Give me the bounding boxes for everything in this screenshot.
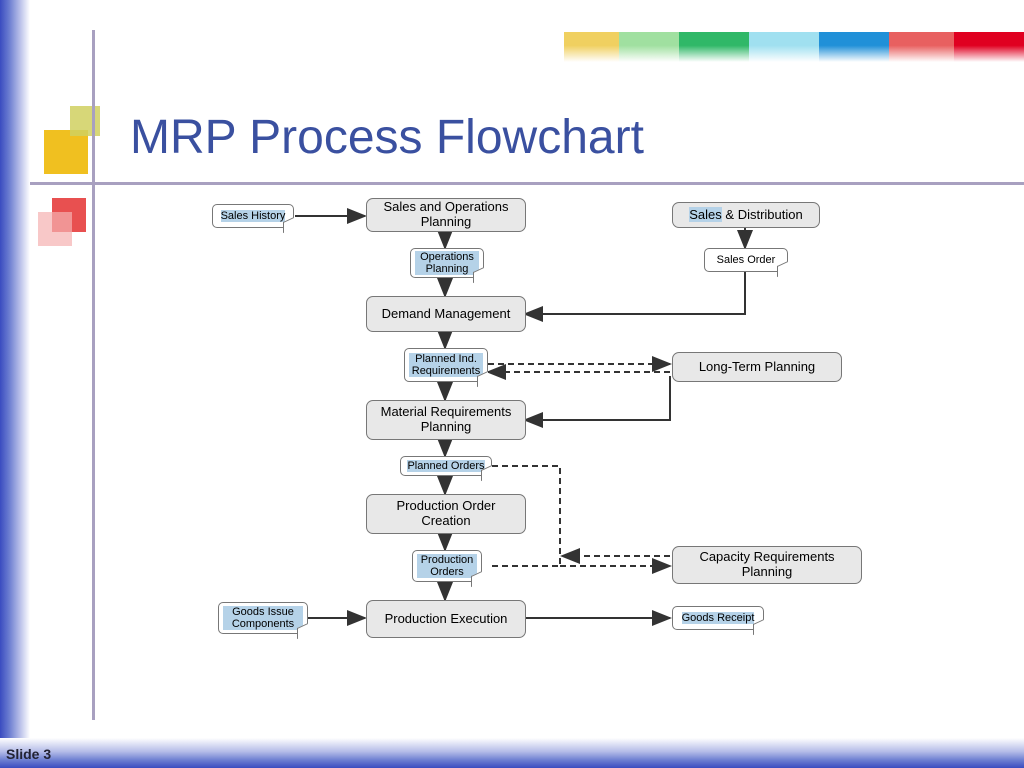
flowchart: Sales History Sales and Operations Plann… bbox=[200, 196, 920, 736]
node-label-part: & Distribution bbox=[722, 207, 803, 222]
connectors bbox=[200, 196, 920, 736]
slide: MRP Process Flowchart bbox=[0, 0, 1024, 768]
node-po-creation: Production Order Creation bbox=[366, 494, 526, 534]
gradient-left bbox=[0, 0, 30, 768]
node-prod-orders: Production Orders bbox=[412, 550, 482, 582]
node-mrp: Material Requirements Planning bbox=[366, 400, 526, 440]
node-label: Production Orders bbox=[417, 554, 477, 578]
node-pir: Planned Ind. Requirements bbox=[404, 348, 488, 382]
deco-square bbox=[70, 106, 100, 136]
vertical-rule bbox=[92, 30, 95, 720]
page-title: MRP Process Flowchart bbox=[130, 110, 644, 165]
rainbow-bar bbox=[564, 32, 1024, 62]
deco-square bbox=[38, 212, 72, 246]
node-ltp: Long-Term Planning bbox=[672, 352, 842, 382]
deco-square bbox=[44, 130, 88, 174]
node-demand-mgmt: Demand Management bbox=[366, 296, 526, 332]
node-goods-issue: Goods Issue Components bbox=[218, 602, 308, 634]
horizontal-rule bbox=[30, 182, 1024, 185]
node-sop: Sales and Operations Planning bbox=[366, 198, 526, 232]
node-ops-planning: Operations Planning bbox=[410, 248, 484, 278]
node-planned-orders: Planned Orders bbox=[400, 456, 492, 476]
node-sales-history: Sales History bbox=[212, 204, 294, 228]
slide-number: Slide 3 bbox=[6, 746, 51, 762]
node-label: Goods Issue Components bbox=[223, 606, 303, 630]
node-sd: Sales & Distribution bbox=[672, 202, 820, 228]
gradient-bottom bbox=[0, 738, 1024, 768]
node-prod-exec: Production Execution bbox=[366, 600, 526, 638]
node-label: Planned Ind. Requirements bbox=[409, 353, 483, 377]
node-sales-order: Sales Order bbox=[704, 248, 788, 272]
node-label: Goods Receipt bbox=[682, 612, 755, 624]
node-label-part: Sales bbox=[689, 207, 722, 222]
node-label: Planned Orders bbox=[407, 460, 484, 472]
node-label: Sales History bbox=[221, 210, 286, 222]
node-goods-receipt: Goods Receipt bbox=[672, 606, 764, 630]
node-crp: Capacity Requirements Planning bbox=[672, 546, 862, 584]
node-label: Operations Planning bbox=[415, 251, 479, 275]
